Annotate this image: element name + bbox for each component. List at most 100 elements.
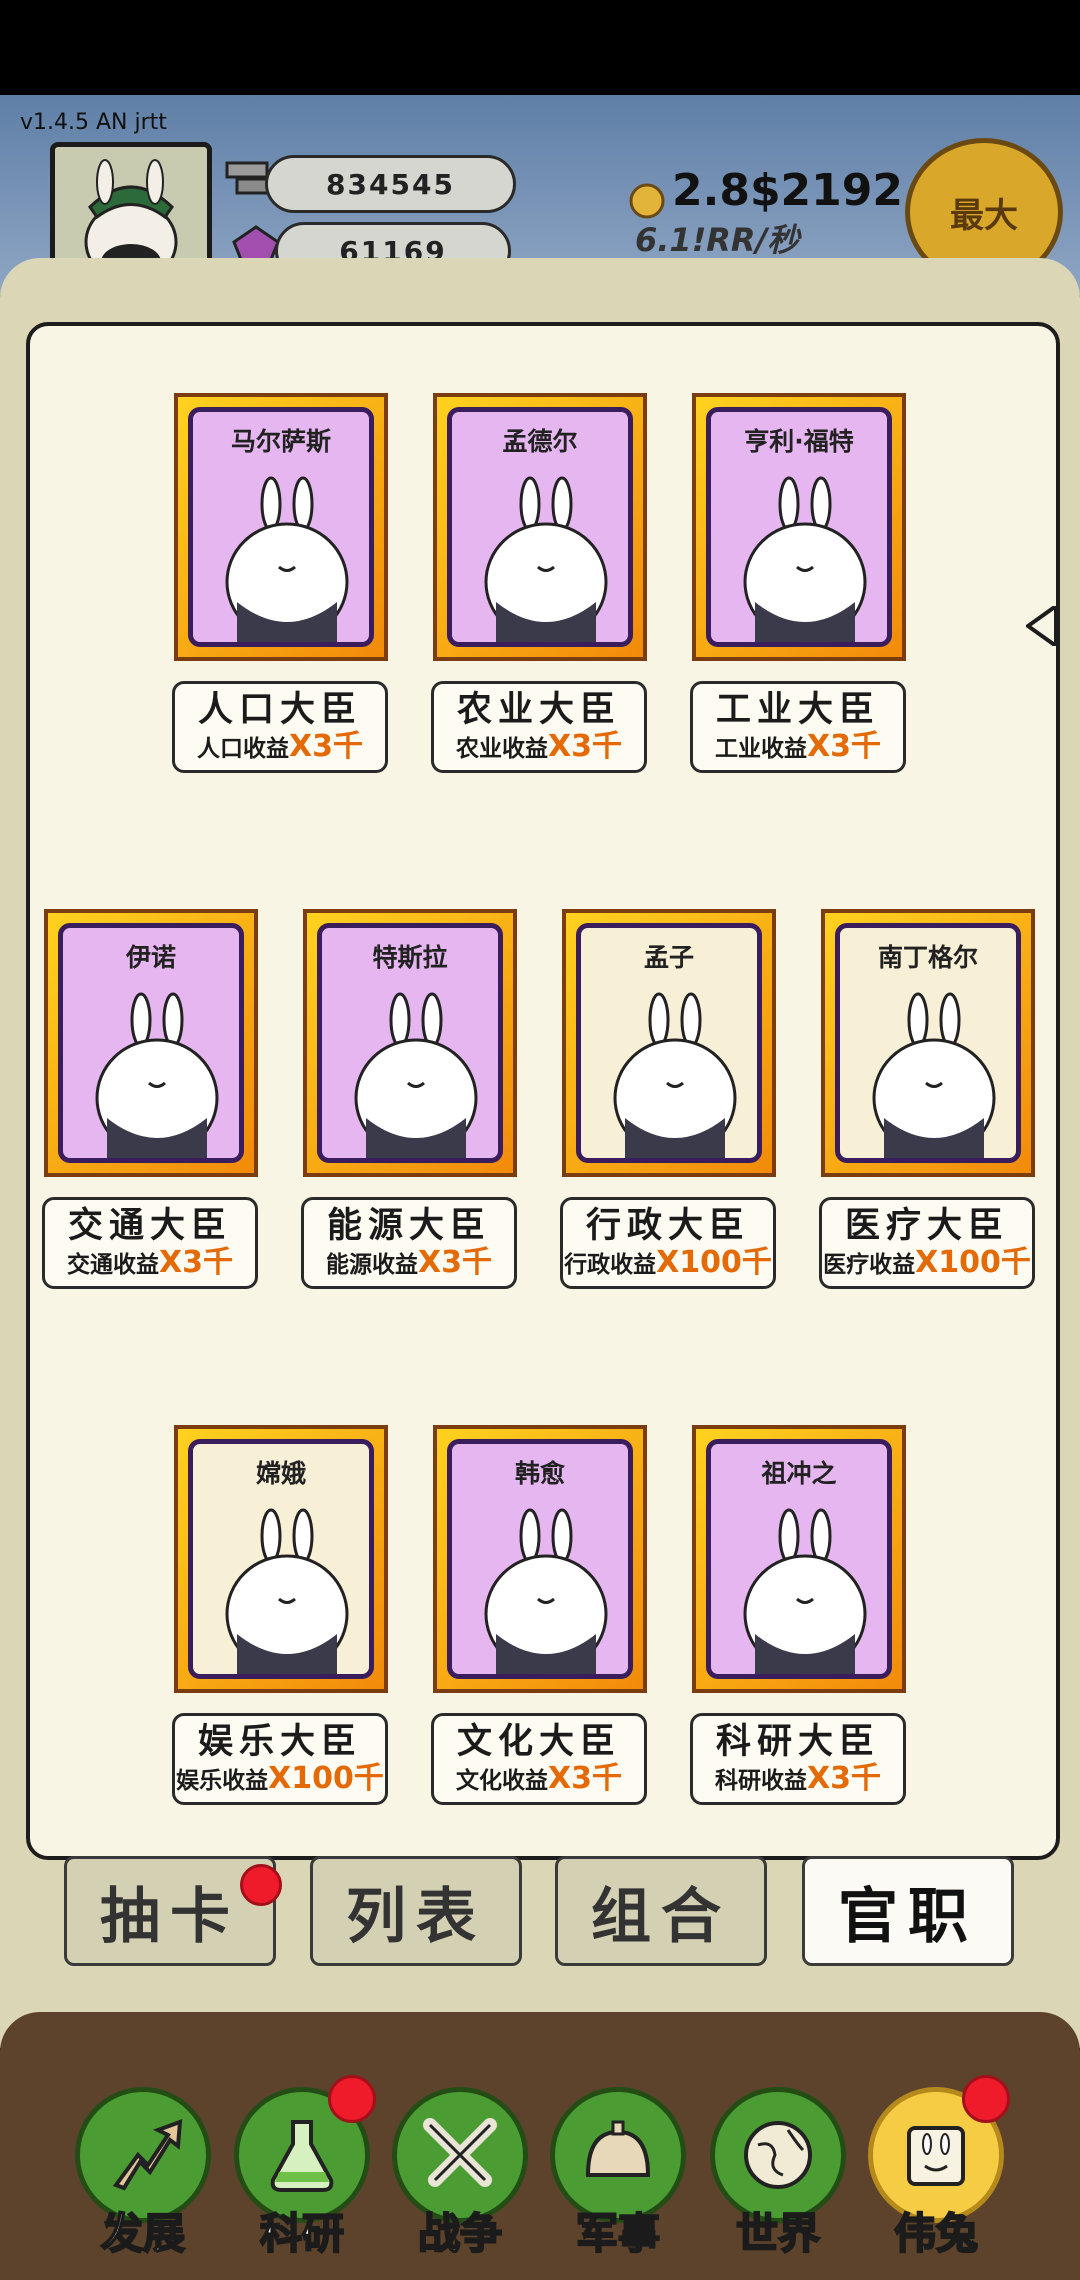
nav-world-label: 世界 [735, 2208, 821, 2259]
post-title: 能源大臣 [326, 1206, 491, 1246]
post-bonus: 文化收益X3千 [434, 1762, 644, 1798]
post-title: 科研大臣 [715, 1722, 880, 1762]
bonus-label: 医疗收益 [823, 1252, 916, 1278]
minister-card[interactable]: 南丁格尔 [821, 909, 1035, 1177]
tab-label: 官职 [838, 1881, 978, 1952]
status-bar [0, 0, 1080, 95]
draw-card-badge [240, 1864, 282, 1906]
helmet-icon [585, 2120, 651, 2177]
post-title: 行政大臣 [585, 1206, 750, 1246]
nav-develop-label: 发展 [100, 2208, 186, 2259]
minister-card[interactable]: 特斯拉 [303, 909, 517, 1177]
minister-post-plate: 科研大臣 科研收益X3千 [690, 1713, 906, 1805]
minister-post-plate: 文化大臣 文化收益X3千 [431, 1713, 647, 1805]
post-bonus: 医疗收益X100千 [822, 1246, 1032, 1282]
card-portrait: 孟德尔 [447, 407, 633, 647]
max-button-label: 最大 [950, 195, 1018, 236]
rabbit-portrait-icon [907, 2126, 965, 2186]
bonus-multiplier: X100千 [656, 1245, 772, 1280]
bonus-multiplier: X3千 [158, 1245, 233, 1280]
card-portrait: 南丁格尔 [835, 923, 1021, 1163]
post-title: 医疗大臣 [844, 1206, 1009, 1246]
minister-card[interactable]: 祖冲之 [692, 1425, 906, 1693]
tab-list[interactable]: 列表 [310, 1856, 522, 1966]
bonus-multiplier: X3千 [806, 729, 881, 764]
post-bonus: 工业收益X3千 [693, 730, 903, 766]
post-title: 交通大臣 [67, 1206, 232, 1246]
minister-card[interactable]: 嫦娥 [174, 1425, 388, 1693]
card-portrait: 韩愈 [447, 1439, 633, 1679]
globe-icon [744, 2121, 812, 2189]
rabbit-character-icon [225, 1508, 349, 1674]
tab-official-posts[interactable]: 官职 [802, 1856, 1014, 1966]
post-bonus: 能源收益X3千 [304, 1246, 514, 1282]
nav-research-label: 科研 [259, 2208, 345, 2259]
post-bonus: 交通收益X3千 [45, 1246, 255, 1282]
bonus-label: 行政收益 [564, 1252, 657, 1278]
bonus-label: 娱乐收益 [176, 1768, 269, 1794]
bonus-multiplier: X3千 [547, 1761, 622, 1796]
post-title: 农业大臣 [456, 690, 621, 730]
post-bonus: 科研收益X3千 [693, 1762, 903, 1798]
income-rate: 6.1!RR/秒 [635, 221, 800, 259]
bonus-label: 工业收益 [714, 736, 807, 762]
bonus-label: 能源收益 [325, 1252, 418, 1278]
ingot-counter: 834545 [265, 155, 516, 213]
card-portrait: 伊诺 [58, 923, 244, 1163]
tab-combo[interactable]: 组合 [555, 1856, 767, 1966]
minister-card[interactable]: 伊诺 [44, 909, 258, 1177]
bonus-label: 交通收益 [66, 1252, 159, 1278]
rabbit-character-icon [484, 1508, 608, 1674]
post-title: 文化大臣 [456, 1722, 621, 1762]
board-notch [1024, 602, 1058, 650]
nav-great-rabbit-label: 伟兔 [893, 2208, 979, 2259]
nav-military-label: 军事 [575, 2208, 661, 2259]
rabbit-character-icon [225, 476, 349, 642]
minister-card[interactable]: 韩愈 [433, 1425, 647, 1693]
bonus-multiplier: X3千 [806, 1761, 881, 1796]
minister-card[interactable]: 孟德尔 [433, 393, 647, 661]
bonus-multiplier: X3千 [547, 729, 622, 764]
minister-post-plate: 医疗大臣 医疗收益X100千 [819, 1197, 1035, 1289]
great-rabbit-badge [962, 2075, 1010, 2123]
post-bonus: 人口收益X3千 [175, 730, 385, 766]
arrow-up-icon [112, 2119, 183, 2191]
post-title: 人口大臣 [197, 690, 362, 730]
bonus-multiplier: X100千 [915, 1245, 1031, 1280]
ingot-value: 834545 [326, 167, 455, 201]
post-bonus: 行政收益X100千 [563, 1246, 773, 1282]
rabbit-character-icon [95, 992, 219, 1158]
tab-label: 组合 [591, 1881, 731, 1952]
bonus-label: 农业收益 [455, 736, 548, 762]
bonus-label: 科研收益 [714, 1768, 807, 1794]
card-portrait: 祖冲之 [706, 1439, 892, 1679]
bonus-multiplier: X100千 [268, 1761, 384, 1796]
coin-total: 2.8$2192 [672, 165, 904, 216]
card-portrait: 嫦娥 [188, 1439, 374, 1679]
minister-card[interactable]: 马尔萨斯 [174, 393, 388, 661]
minister-post-plate: 娱乐大臣 娱乐收益X100千 [172, 1713, 388, 1805]
minister-post-plate: 交通大臣 交通收益X3千 [42, 1197, 258, 1289]
research-badge [328, 2075, 376, 2123]
minister-post-plate: 能源大臣 能源收益X3千 [301, 1197, 517, 1289]
rabbit-character-icon [613, 992, 737, 1158]
rabbit-character-icon [743, 476, 867, 642]
tab-label: 列表 [346, 1881, 486, 1952]
minister-card[interactable]: 亨利·福特 [692, 393, 906, 661]
card-portrait: 孟子 [576, 923, 762, 1163]
minister-post-plate: 人口大臣 人口收益X3千 [172, 681, 388, 773]
rabbit-character-icon [743, 1508, 867, 1674]
post-bonus: 农业收益X3千 [434, 730, 644, 766]
version-label: v1.4.5 AN jrtt [20, 110, 167, 135]
rabbit-character-icon [484, 476, 608, 642]
bonus-label: 文化收益 [455, 1768, 548, 1794]
minister-post-plate: 农业大臣 农业收益X3千 [431, 681, 647, 773]
card-portrait: 马尔萨斯 [188, 407, 374, 647]
nav-war-label: 战争 [417, 2208, 503, 2259]
rabbit-character-icon [872, 992, 996, 1158]
bonus-multiplier: X3千 [288, 729, 363, 764]
minister-card[interactable]: 孟子 [562, 909, 776, 1177]
bonus-multiplier: X3千 [417, 1245, 492, 1280]
tab-label: 抽卡 [100, 1881, 240, 1952]
bonus-label: 人口收益 [196, 736, 289, 762]
